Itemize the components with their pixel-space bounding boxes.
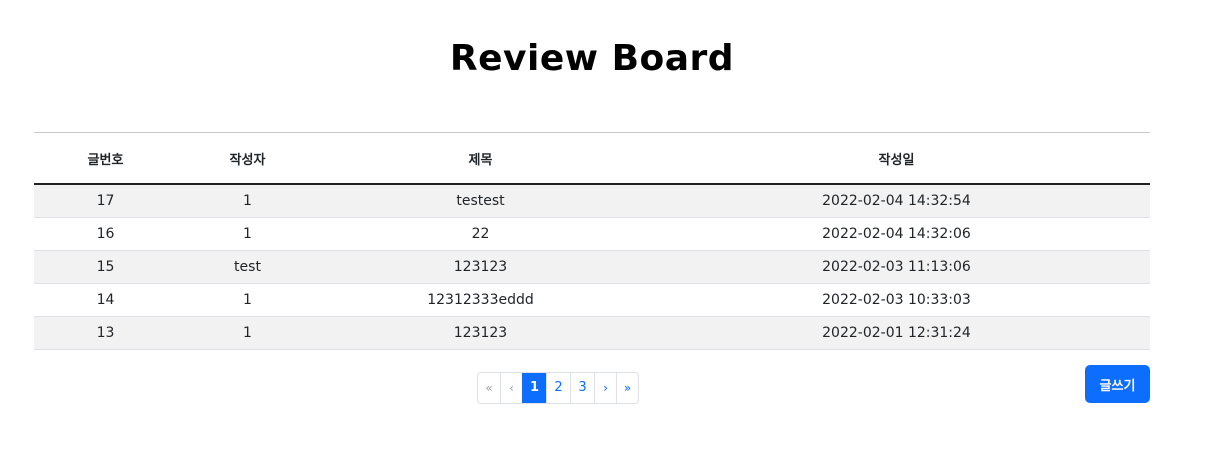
write-post-button[interactable]: 글쓰기 [1085,365,1150,403]
cell-no: 15 [34,250,177,284]
table-body: 17 1 testest 2022-02-04 14:32:54 16 1 22… [34,184,1150,350]
header-subject: 제목 [318,132,643,185]
table-header-row: 글번호 작성자 제목 작성일 [34,132,1150,185]
prev-page-button[interactable]: ‹ [500,373,522,403]
cell-subject-link[interactable]: 123123 [318,316,643,350]
table-row[interactable]: 14 1 12312333eddd 2022-02-03 10:33:03 [34,283,1150,317]
cell-no: 17 [34,184,177,218]
header-writer: 작성자 [177,132,318,185]
cell-writer: test [177,250,318,284]
cell-date: 2022-02-03 11:13:06 [643,250,1150,284]
table-row[interactable]: 17 1 testest 2022-02-04 14:32:54 [34,184,1150,218]
page-title: Review Board [449,38,735,79]
cell-subject-link[interactable]: testest [318,184,643,218]
cell-date: 2022-02-03 10:33:03 [643,283,1150,317]
cell-date: 2022-02-01 12:31:24 [643,316,1150,350]
cell-writer: 1 [177,184,318,218]
first-page-button[interactable]: « [478,373,500,403]
cell-date: 2022-02-04 14:32:54 [643,184,1150,218]
header-date: 작성일 [643,132,1150,185]
page-3-button[interactable]: 3 [570,373,594,403]
cell-subject-link[interactable]: 123123 [318,250,643,284]
cell-subject-link[interactable]: 12312333eddd [318,283,643,317]
cell-writer: 1 [177,316,318,350]
cell-no: 16 [34,217,177,251]
cell-no: 14 [34,283,177,317]
next-page-button[interactable]: › [594,373,616,403]
cell-writer: 1 [177,283,318,317]
table-row[interactable]: 15 test 123123 2022-02-03 11:13:06 [34,250,1150,284]
header-no: 글번호 [34,132,177,185]
cell-no: 13 [34,316,177,350]
cell-date: 2022-02-04 14:32:06 [643,217,1150,251]
review-board-page: Review Board 글번호 작성자 제목 작성일 17 1 testest… [0,0,1211,452]
cell-writer: 1 [177,217,318,251]
last-page-button[interactable]: » [616,373,638,403]
table-row[interactable]: 13 1 123123 2022-02-01 12:31:24 [34,316,1150,350]
table-row[interactable]: 16 1 22 2022-02-04 14:32:06 [34,217,1150,251]
table-header: 글번호 작성자 제목 작성일 [34,132,1150,185]
page-2-button[interactable]: 2 [546,373,570,403]
review-table: 글번호 작성자 제목 작성일 17 1 testest 2022-02-04 1… [34,132,1150,350]
page-1-button[interactable]: 1 [522,373,546,403]
pagination: « ‹ 1 2 3 › » [477,372,639,404]
cell-subject-link[interactable]: 22 [318,217,643,251]
